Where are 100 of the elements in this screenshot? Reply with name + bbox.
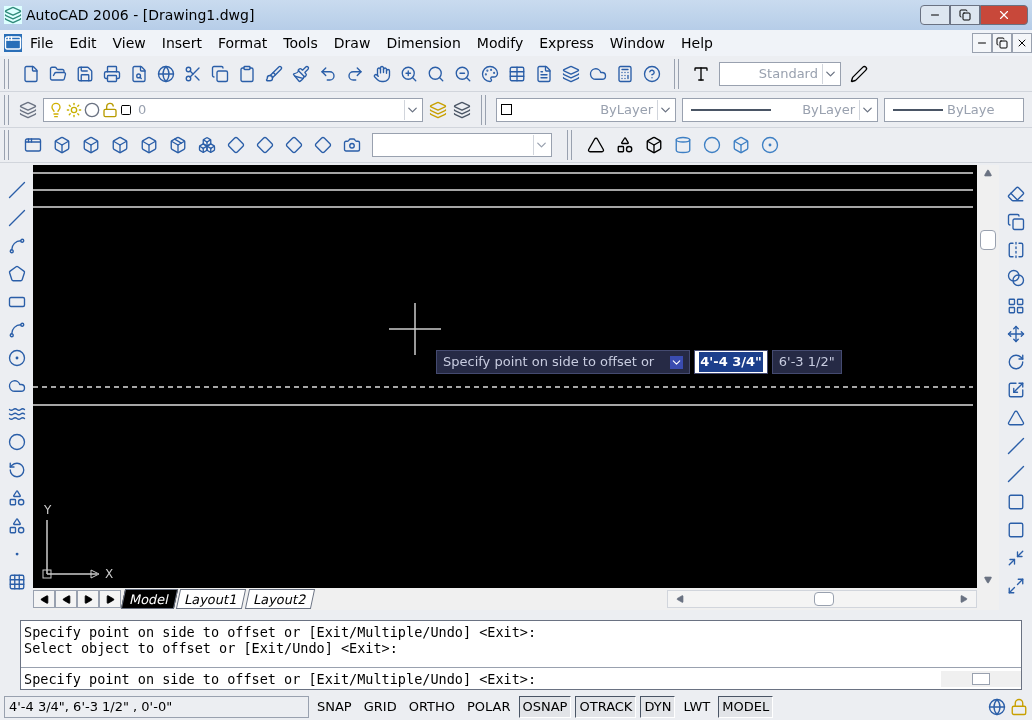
horizontal-scrollbar[interactable]	[941, 670, 1021, 687]
layers-icon[interactable]	[19, 100, 37, 119]
layout-tab[interactable]: Layout2	[244, 589, 316, 609]
restore-button[interactable]	[950, 5, 980, 25]
folder-icon[interactable]	[49, 64, 67, 83]
menu-item[interactable]: Edit	[61, 32, 105, 54]
paintbrush-icon[interactable]	[292, 64, 310, 83]
tab-first-button[interactable]	[33, 590, 55, 608]
menu-item[interactable]: Format	[209, 32, 276, 54]
layers-icon[interactable]	[453, 100, 471, 119]
grid-icon[interactable]	[1006, 297, 1025, 315]
status-toggle-button[interactable]: OSNAP	[518, 696, 572, 718]
cylinder-icon[interactable]	[674, 136, 692, 154]
menu-item[interactable]: Insert	[153, 32, 210, 54]
layers-icon[interactable]	[562, 64, 580, 83]
table-icon[interactable]	[508, 64, 526, 83]
layout-tab[interactable]: Layout1	[175, 589, 247, 609]
line-icon[interactable]	[7, 209, 26, 227]
text-style-icon[interactable]	[692, 64, 710, 83]
restore-button[interactable]	[992, 33, 1012, 53]
boxes-icon[interactable]	[198, 136, 216, 154]
window-icon[interactable]	[24, 136, 42, 154]
status-toggle-button[interactable]: OTRACK	[575, 696, 637, 718]
shapes-icon[interactable]	[616, 136, 634, 154]
copy-icon[interactable]	[1006, 213, 1025, 231]
menu-item[interactable]: File	[22, 32, 62, 54]
zoom-in-icon[interactable]	[400, 64, 418, 83]
line-icon[interactable]	[7, 181, 26, 199]
status-toggle-button[interactable]: LWT	[679, 696, 715, 718]
dropdown-arrow-icon[interactable]	[822, 63, 838, 84]
move-icon[interactable]	[1006, 325, 1025, 343]
command-line[interactable]: Specify point on side to offset or [Exit/Multiple/Undo] <Exit>:	[21, 670, 941, 687]
package-icon[interactable]	[169, 136, 187, 154]
close-button[interactable]	[1012, 33, 1032, 53]
redo-icon[interactable]	[346, 64, 364, 83]
sphere-icon[interactable]	[703, 136, 721, 154]
status-toggle-button[interactable]: GRID	[359, 696, 401, 718]
menu-item[interactable]: Window	[601, 32, 674, 54]
eraser-icon[interactable]	[1006, 185, 1025, 203]
minimize-button[interactable]	[972, 33, 992, 53]
polygon-icon[interactable]	[7, 265, 26, 283]
layout-tab[interactable]: Model	[120, 589, 179, 609]
printer-icon[interactable]	[103, 64, 121, 83]
menu-item[interactable]: Modify	[468, 32, 532, 54]
scroll-right-icon[interactable]	[960, 595, 968, 603]
menu-item[interactable]: Draw	[325, 32, 379, 54]
scroll-down-icon[interactable]	[984, 576, 992, 584]
vertical-scrollbar[interactable]	[977, 165, 999, 588]
scroll-up-icon[interactable]	[984, 169, 992, 177]
brush-icon[interactable]	[265, 64, 283, 83]
palette-icon[interactable]	[481, 64, 499, 83]
scroll-left-icon[interactable]	[676, 595, 684, 603]
status-toggle-button[interactable]: SNAP	[313, 696, 356, 718]
cube-icon[interactable]	[645, 136, 663, 154]
rotate-icon[interactable]	[1006, 353, 1025, 371]
status-toggle-button[interactable]: ORTHO	[404, 696, 459, 718]
polyline-icon[interactable]	[7, 237, 26, 255]
save-icon[interactable]	[76, 64, 94, 83]
tab-last-button[interactable]	[99, 590, 121, 608]
diamond-icon[interactable]	[227, 136, 245, 154]
dropdown-arrow-icon[interactable]	[859, 99, 875, 120]
status-toggle-button[interactable]: DYN	[640, 696, 676, 718]
copy-icon[interactable]	[211, 64, 229, 83]
scroll-thumb[interactable]	[814, 592, 834, 606]
drawing-canvas[interactable]: Y X Specify point on side to offset or 4'-4 3/4" 6'-3 1/2"	[33, 165, 977, 588]
tab-previous-button[interactable]	[55, 590, 77, 608]
input-field[interactable]: 4'-4 3/4"	[694, 350, 768, 374]
undo-icon[interactable]	[319, 64, 337, 83]
preview-icon[interactable]	[130, 64, 148, 83]
horizontal-scrollbar[interactable]	[667, 590, 977, 608]
tab-next-button[interactable]	[77, 590, 99, 608]
calculator-icon[interactable]	[616, 64, 634, 83]
search-icon[interactable]	[427, 64, 445, 83]
menu-item[interactable]: Help	[673, 32, 721, 54]
input-field[interactable]: 6'-3 1/2"	[771, 350, 842, 374]
minimize-button[interactable]	[920, 5, 950, 25]
menu-item[interactable]: Express	[531, 32, 602, 54]
view-dropdown[interactable]	[372, 133, 552, 157]
cloud-icon[interactable]	[7, 377, 26, 395]
menu-item[interactable]: Tools	[275, 32, 326, 54]
circle-icon[interactable]	[7, 349, 26, 367]
status-toggle-button[interactable]: MODEL	[718, 696, 774, 718]
help-icon[interactable]	[643, 64, 661, 83]
triangle-icon[interactable]	[587, 136, 605, 154]
scroll-thumb[interactable]	[980, 230, 996, 250]
new-file-icon[interactable]	[22, 64, 40, 83]
dropdown-arrow-icon[interactable]	[404, 99, 420, 120]
menu-item[interactable]: Dimension	[378, 32, 469, 54]
menu-item[interactable]: View	[104, 32, 154, 54]
diamond-icon[interactable]	[256, 136, 274, 154]
zoom-out-icon[interactable]	[454, 64, 472, 83]
status-toggle-button[interactable]: POLAR	[462, 696, 515, 718]
hand-icon[interactable]	[373, 64, 391, 83]
scissors-icon[interactable]	[184, 64, 202, 83]
camera-icon[interactable]	[343, 136, 361, 154]
scroll-thumb[interactable]	[972, 672, 990, 685]
clipboard-icon[interactable]	[238, 64, 256, 83]
diamond-icon[interactable]	[314, 136, 332, 154]
diamond-icon[interactable]	[285, 136, 303, 154]
dropdown-arrow-icon[interactable]	[657, 99, 673, 120]
